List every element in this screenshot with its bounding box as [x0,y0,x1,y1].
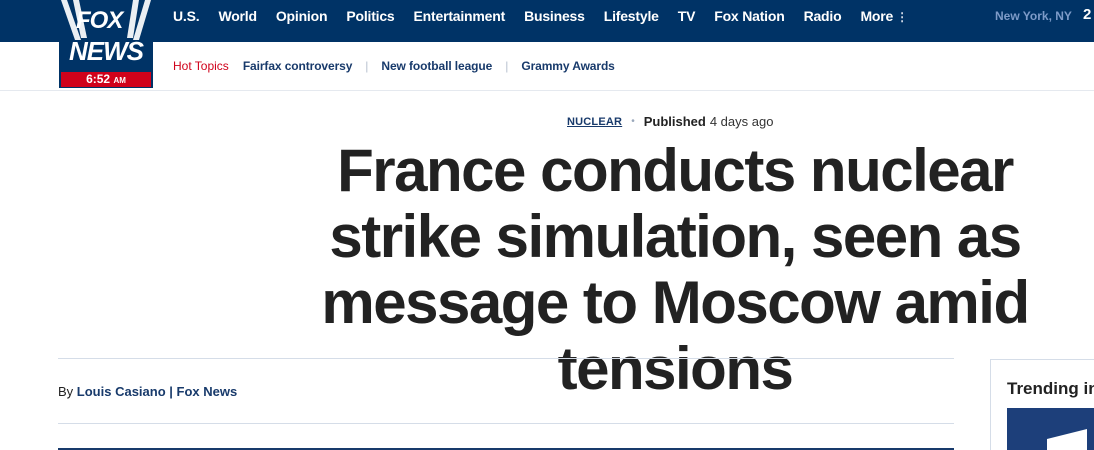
nav-item-lifestyle[interactable]: Lifestyle [604,8,659,24]
nav-item-opinion[interactable]: Opinion [276,8,328,24]
byline-prefix: By [58,384,74,399]
weather-temperature[interactable]: 2 [1083,6,1091,23]
nav-item-entertainment[interactable]: Entertainment [414,8,506,24]
nav-item-us[interactable]: U.S. [173,8,200,24]
outlet-link[interactable]: Fox News [177,384,238,399]
nav-item-business[interactable]: Business [524,8,585,24]
trending-title: Trending in [1007,379,1094,398]
author-link[interactable]: Louis Casiano [77,384,166,399]
article-category-link[interactable]: NUCLEAR [567,116,622,128]
nav-item-politics[interactable]: Politics [346,8,394,24]
meta-dot-separator: • [631,116,635,127]
more-menu-button[interactable]: More ⋮ [860,8,908,24]
published-label: Published [643,114,706,129]
nav-item-radio[interactable]: Radio [804,8,842,24]
hot-topic-link[interactable]: Fairfax controversy [243,59,353,73]
more-label: More [860,8,894,24]
divider [58,423,954,424]
logo-fox-text: FOX [76,7,123,34]
thumbnail-image [1047,429,1087,450]
article-headline: France conducts nuclear strike simulatio… [321,137,1030,402]
divider [58,358,954,359]
article-meta: NUCLEAR • Published 4 days ago [567,114,773,129]
nav-item-world[interactable]: World [218,8,257,24]
trending-thumbnail[interactable] [1007,408,1094,450]
divider: | [505,59,509,73]
hot-topic-link[interactable]: New football league [381,59,492,73]
trending-sidebar: Trending in [990,359,1094,450]
nav-item-fox-nation[interactable]: Fox Nation [714,8,785,24]
hot-topic-link[interactable]: Grammy Awards [521,59,615,73]
byline-separator: | [169,384,173,399]
primary-nav: U.S. World Opinion Politics Entertainmen… [173,0,927,32]
more-dots-icon: ⋮ [896,10,908,24]
top-nav-bar: U.S. World Opinion Politics Entertainmen… [0,0,1094,42]
nav-item-tv[interactable]: TV [678,8,696,24]
hot-topics-list: Hot Topics Fairfax controversy | New foo… [173,59,615,73]
published-time: 4 days ago [709,114,774,129]
hot-topics-label: Hot Topics [173,59,229,73]
weather-location[interactable]: New York, NY [995,9,1072,23]
article-byline: By Louis Casiano | Fox News [58,384,237,399]
hot-topics-bar: Hot Topics Fairfax controversy | New foo… [0,42,1094,91]
divider: | [365,59,369,73]
